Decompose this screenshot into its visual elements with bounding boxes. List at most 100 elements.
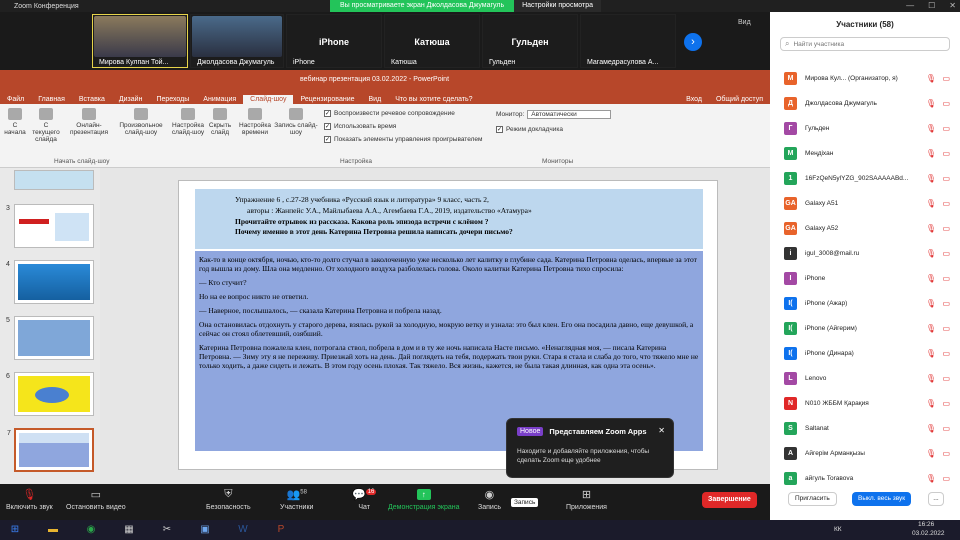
mute-all-button[interactable]: Выкл. весь звук	[852, 492, 912, 506]
slide-thumbnail[interactable]: 5	[6, 316, 94, 360]
search-input[interactable]	[793, 40, 934, 48]
mic-muted-icon[interactable]: 🎙	[926, 399, 936, 408]
participant-row[interactable]: i igul_3008@mail.ru 🎙 ▭	[770, 241, 960, 266]
next-page-icon[interactable]: ›	[684, 33, 702, 51]
camera-off-icon[interactable]: ▭	[942, 74, 950, 83]
video-tile[interactable]: Мирова Кулпан Той...	[92, 14, 188, 68]
share-access-button[interactable]: Общий доступ	[709, 95, 770, 104]
camera-off-icon[interactable]: ▭	[942, 424, 950, 433]
slide-thumbnail[interactable]	[14, 170, 94, 190]
start-icon[interactable]: ⊞	[4, 522, 26, 538]
camera-off-icon[interactable]: ▭	[942, 474, 950, 483]
participant-row[interactable]: GA Galaxy A51 🎙 ▭	[770, 191, 960, 216]
participant-row[interactable]: А Айгерім Арманқызы 🎙 ▭	[770, 441, 960, 466]
mic-muted-icon[interactable]: 🎙	[926, 99, 936, 108]
participant-row[interactable]: Д Джолдасова Джумагуль 🎙 ▭	[770, 91, 960, 116]
maximize-icon[interactable]: ☐	[928, 0, 935, 12]
chrome-icon[interactable]: ◉	[80, 522, 102, 538]
camera-off-icon[interactable]: ▭	[942, 349, 950, 358]
use-timings-checkbox[interactable]: ✓ Использовать время	[324, 123, 396, 130]
chat-button[interactable]: 💬 16 Чат	[352, 488, 377, 511]
tell-me-search[interactable]: Что вы хотите сделать?	[388, 95, 479, 104]
presenter-view-checkbox[interactable]: ✓ Режим докладчика	[496, 126, 563, 133]
mic-muted-icon[interactable]: 🎙	[926, 299, 936, 308]
close-icon[interactable]: ✕	[658, 426, 665, 435]
camera-off-icon[interactable]: ▭	[942, 374, 950, 383]
camera-off-icon[interactable]: ▭	[942, 174, 950, 183]
video-tile[interactable]: Гульден Гульден	[482, 14, 578, 68]
mic-muted-icon[interactable]: 🎙	[926, 224, 936, 233]
clock-time[interactable]: 16:26	[918, 521, 934, 528]
participant-row[interactable]: 1 16FzQeN5ylYZG_902SAAAAABd... 🎙 ▭	[770, 166, 960, 191]
video-tile[interactable]: Джолдасова Джумагуль	[190, 14, 284, 68]
record-button[interactable]: ◉ Запись	[478, 488, 501, 511]
apps-button[interactable]: ⊞ Приложения	[566, 488, 607, 511]
rehearse-timings-button[interactable]: Настройка времени	[238, 108, 272, 136]
media-controls-checkbox[interactable]: ✓ Показать элементы управления проигрыват…	[324, 136, 482, 143]
participant-row[interactable]: GA Galaxy A52 🎙 ▭	[770, 216, 960, 241]
camera-off-icon[interactable]: ▭	[942, 299, 950, 308]
setup-slideshow-button[interactable]: Настройка слайд-шоу	[170, 108, 206, 136]
video-tile[interactable]: Катюша Катюша	[384, 14, 480, 68]
participant-row[interactable]: I(iPhone (Ажар) 🎙 ▭	[770, 291, 960, 316]
powerpoint-icon[interactable]: P	[270, 522, 292, 538]
security-button[interactable]: ⛨ Безопасность	[206, 488, 251, 511]
app-icon[interactable]: ▦	[118, 522, 140, 538]
tab-animation[interactable]: Анимация	[196, 95, 243, 104]
online-present-button[interactable]: Онлайн-презентация	[66, 108, 112, 136]
participant-row[interactable]: Г Гульден 🎙 ▭	[770, 116, 960, 141]
camera-off-icon[interactable]: ▭	[942, 274, 950, 283]
slide-thumbnail[interactable]: 4	[6, 260, 94, 304]
custom-slideshow-button[interactable]: Произвольное слайд-шоу	[114, 108, 168, 136]
share-screen-button[interactable]: ↑ Демонстрация экрана	[388, 488, 460, 511]
mic-muted-icon[interactable]: 🎙	[926, 474, 936, 483]
mic-muted-icon[interactable]: 🎙	[926, 424, 936, 433]
camera-off-icon[interactable]: ▭	[942, 399, 950, 408]
participant-row[interactable]: М Мирова Кул... (Организатор, я) 🎙 ▭	[770, 66, 960, 91]
mic-muted-icon[interactable]: 🎙	[926, 124, 936, 133]
mic-muted-icon[interactable]: 🎙	[926, 249, 936, 258]
tab-design[interactable]: Дизайн	[112, 95, 150, 104]
participant-row[interactable]: L Lenovo 🎙 ▭	[770, 366, 960, 391]
camera-off-icon[interactable]: ▭	[942, 99, 950, 108]
camera-off-icon[interactable]: ▭	[942, 124, 950, 133]
word-icon[interactable]: W	[232, 522, 254, 538]
camera-off-icon[interactable]: ▭	[942, 199, 950, 208]
hide-slide-button[interactable]: Скрыть слайд	[206, 108, 234, 136]
participant-row[interactable]: S Saltanat 🎙 ▭	[770, 416, 960, 441]
close-icon[interactable]: ✕	[949, 0, 956, 12]
record-slideshow-button[interactable]: Запись слайд-шоу	[274, 108, 318, 136]
tab-view[interactable]: Вид	[362, 95, 389, 104]
mic-muted-icon[interactable]: 🎙	[926, 349, 936, 358]
signin-link[interactable]: Вход	[679, 95, 709, 104]
mic-muted-icon[interactable]: 🎙	[926, 174, 936, 183]
camera-off-icon[interactable]: ▭	[942, 249, 950, 258]
participant-row[interactable]: I(iPhone (Айгерим) 🎙 ▭	[770, 316, 960, 341]
camera-off-icon[interactable]: ▭	[942, 324, 950, 333]
tab-transitions[interactable]: Переходы	[149, 95, 196, 104]
mic-muted-icon[interactable]: 🎙	[926, 74, 936, 83]
slide-thumbnail-current[interactable]: 7	[7, 428, 94, 472]
file-explorer-icon[interactable]: ▬	[42, 522, 64, 538]
participant-row[interactable]: а айгуль Toraвova 🎙 ▭	[770, 466, 960, 491]
mic-muted-icon[interactable]: 🎙	[926, 374, 936, 383]
from-current-button[interactable]: С текущего слайда	[30, 108, 62, 143]
view-button[interactable]: Вид	[738, 19, 751, 26]
tab-file[interactable]: Файл	[0, 95, 31, 104]
participant-row[interactable]: IiPhone 🎙 ▭	[770, 266, 960, 291]
invite-button[interactable]: Пригласить	[788, 492, 837, 506]
participant-row[interactable]: М Меңдіхан 🎙 ▭	[770, 141, 960, 166]
video-tile[interactable]: iPhone iPhone	[286, 14, 382, 68]
mic-muted-icon[interactable]: 🎙	[926, 324, 936, 333]
view-settings-button[interactable]: Настройки просмотра	[514, 0, 601, 12]
camera-off-icon[interactable]: ▭	[942, 449, 950, 458]
mic-muted-icon[interactable]: 🎙	[926, 274, 936, 283]
app-icon[interactable]: ✂	[156, 522, 178, 538]
participant-row[interactable]: I(iPhone (Динара) 🎙 ▭	[770, 341, 960, 366]
minimize-icon[interactable]: —	[906, 0, 914, 12]
tab-slideshow[interactable]: Слайд-шоу	[243, 95, 294, 104]
stop-video-button[interactable]: ▭ Остановить видео	[66, 488, 126, 511]
tab-review[interactable]: Рецензирование	[293, 95, 361, 104]
mic-muted-icon[interactable]: 🎙	[926, 149, 936, 158]
participants-button[interactable]: 👥58 Участники	[280, 488, 313, 511]
